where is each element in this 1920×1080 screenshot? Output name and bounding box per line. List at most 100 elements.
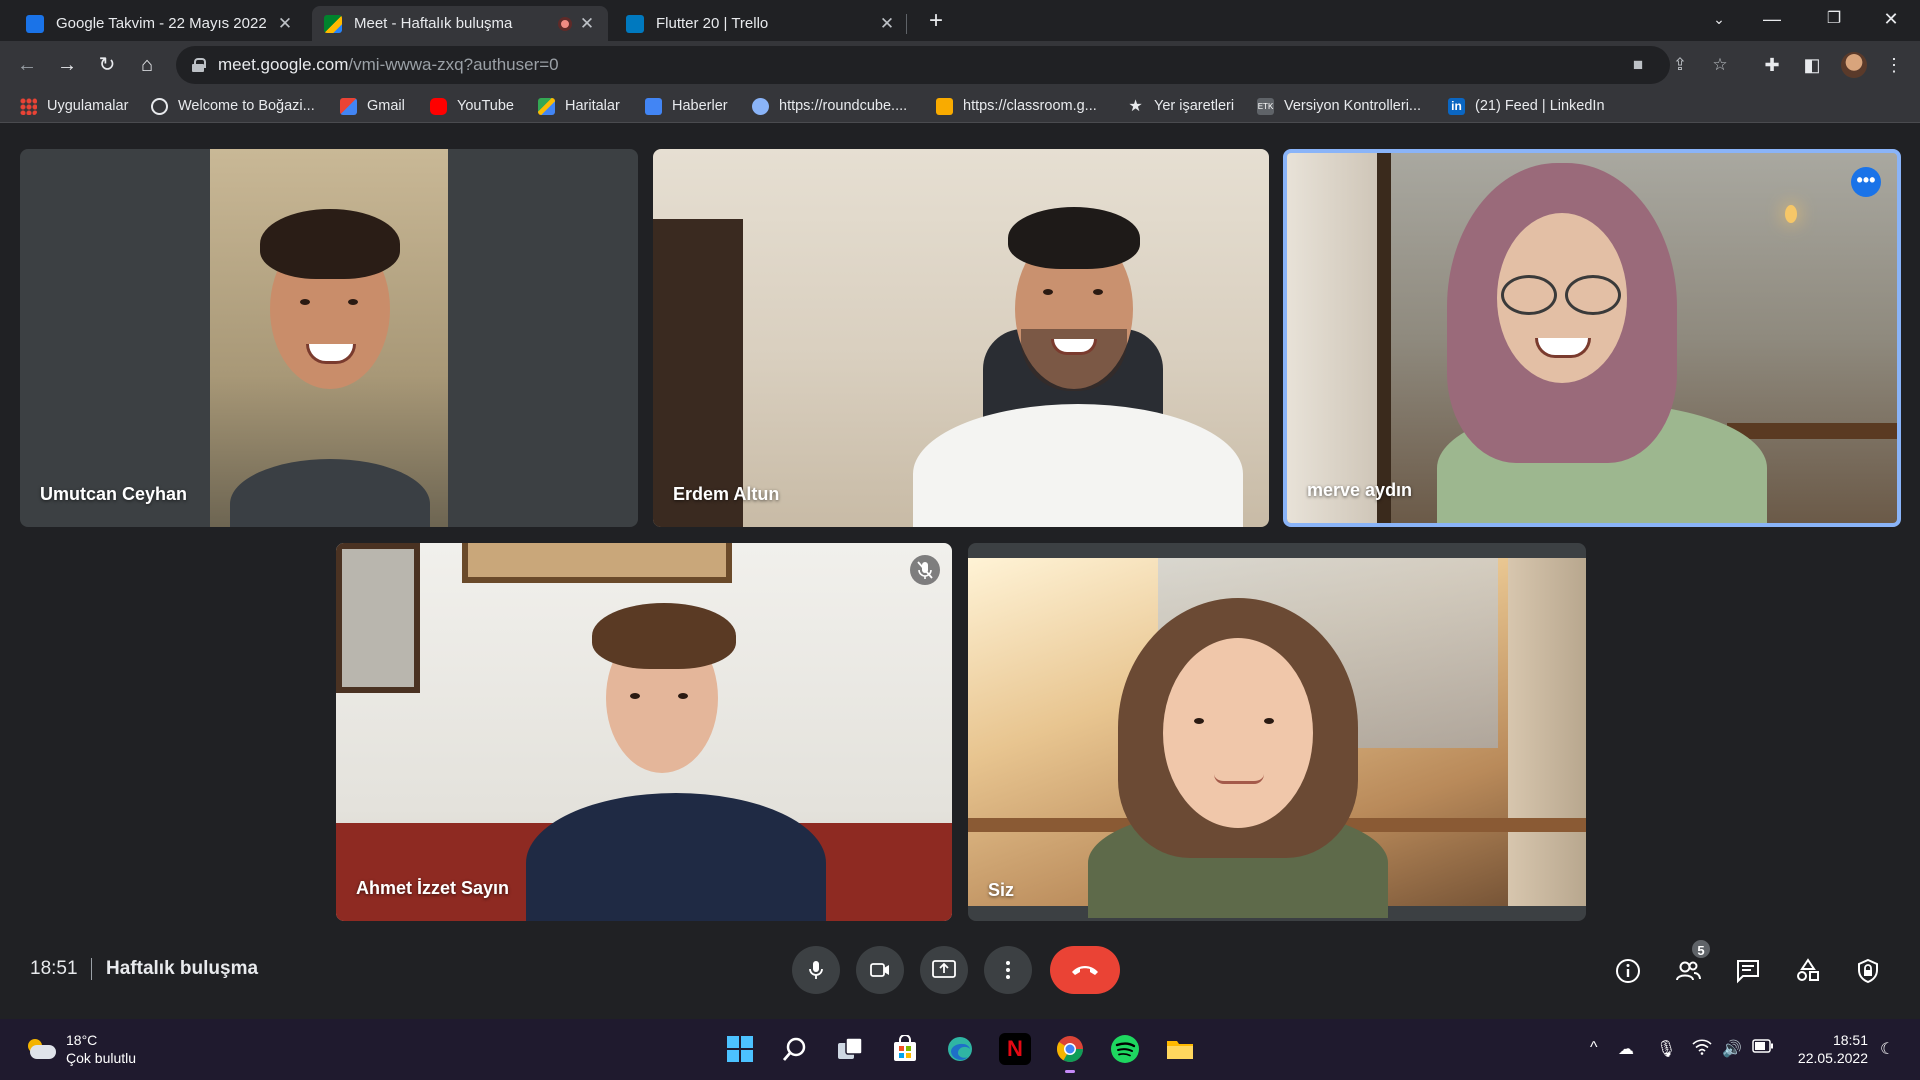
system-clock[interactable]: 18:51 22.05.2022: [1798, 1031, 1868, 1067]
volume-icon[interactable]: 🔊: [1722, 1039, 1742, 1059]
file-explorer-icon[interactable]: [1164, 1033, 1196, 1065]
bookmark-classroom[interactable]: https://classroom.g...: [936, 95, 1097, 117]
bookmark-maps[interactable]: Haritalar: [538, 95, 620, 117]
microphone-button[interactable]: [792, 946, 840, 994]
windows-taskbar: 18°C Çok bulutlu N ^ ☁ 🎙 🔊 18:51 22.05.2…: [0, 1019, 1920, 1080]
tab-title: Flutter 20 | Trello: [656, 15, 769, 32]
spotify-icon[interactable]: [1109, 1033, 1141, 1065]
minimize-button[interactable]: —: [1743, 0, 1801, 41]
microsoft-store-icon[interactable]: [889, 1033, 921, 1065]
bookmark-label: Gmail: [367, 98, 405, 114]
profile-avatar[interactable]: [1841, 52, 1867, 78]
address-bar[interactable]: meet.google.com/vmi-wwwa-zxq?authuser=0 …: [176, 46, 1728, 84]
netflix-icon[interactable]: N: [999, 1033, 1031, 1065]
hair: [1008, 207, 1140, 269]
share-icon[interactable]: ⇪: [1670, 55, 1690, 75]
participant-name: Ahmet İzzet Sayın: [356, 878, 510, 898]
onedrive-icon[interactable]: ☁: [1618, 1039, 1634, 1059]
back-button[interactable]: ←: [10, 48, 44, 82]
bookmark-youtube[interactable]: YouTube: [430, 95, 514, 117]
window-frame: [1377, 153, 1391, 523]
window-close-button[interactable]: ✕: [1862, 0, 1920, 41]
battery-icon[interactable]: [1752, 1039, 1774, 1058]
new-tab-button[interactable]: +: [922, 8, 950, 36]
bookmark-roundcube[interactable]: https://roundcube....: [752, 95, 907, 117]
tab-meet[interactable]: Meet - Haftalık buluşma ✕: [312, 6, 608, 41]
participant-tile[interactable]: Umutcan Ceyhan: [20, 149, 638, 527]
leave-call-button[interactable]: [1050, 946, 1120, 994]
meet-controls-bar: 18:51 Haftalık buluşma: [0, 919, 1920, 1019]
present-screen-button[interactable]: [920, 946, 968, 994]
eye: [300, 299, 310, 305]
close-icon[interactable]: ✕: [878, 14, 896, 34]
notifications-icon[interactable]: ☾: [1880, 1039, 1894, 1059]
bookmark-bogazici[interactable]: Welcome to Boğazi...: [151, 95, 315, 117]
weather-widget[interactable]: 18°C Çok bulutlu: [26, 1031, 136, 1067]
bookmark-news[interactable]: Haberler: [645, 95, 728, 117]
doorway: [653, 219, 743, 527]
meeting-time: 18:51: [30, 958, 78, 979]
torso: [913, 404, 1243, 527]
participant-tile[interactable]: Ahmet İzzet Sayın: [336, 543, 952, 921]
wifi-icon[interactable]: [1692, 1039, 1712, 1060]
forward-button[interactable]: →: [50, 48, 84, 82]
tab-trello[interactable]: Flutter 20 | Trello ✕: [614, 6, 908, 41]
host-controls-icon[interactable]: [1854, 957, 1882, 985]
activities-icon[interactable]: [1794, 957, 1822, 985]
participant-tile[interactable]: ••• merve aydın: [1283, 149, 1901, 527]
participant-name: Umutcan Ceyhan: [40, 484, 188, 504]
browser-menu-icon[interactable]: ⋮: [1882, 53, 1906, 77]
home-button[interactable]: ⌂: [130, 48, 164, 82]
participant-video: [336, 543, 952, 921]
lock-icon[interactable]: [192, 58, 206, 72]
bookmark-gmail[interactable]: Gmail: [340, 95, 405, 117]
bookmark-linkedin[interactable]: in (21) Feed | LinkedIn: [1448, 95, 1605, 117]
bookmark-folder-bookmarks[interactable]: ★ Yer işaretleri: [1127, 95, 1234, 117]
youtube-icon: [430, 97, 447, 115]
more-options-button[interactable]: [984, 946, 1032, 994]
star-icon: ★: [1128, 97, 1143, 115]
bookmark-label: Versiyon Kontrolleri...: [1284, 98, 1422, 114]
restore-button[interactable]: ❐: [1805, 0, 1863, 41]
edge-icon[interactable]: [944, 1033, 976, 1065]
show-hidden-icons-icon[interactable]: ^: [1590, 1039, 1598, 1057]
camera-in-use-icon[interactable]: ■: [1628, 55, 1648, 75]
meeting-details-icon[interactable]: [1614, 957, 1642, 985]
search-icon[interactable]: [779, 1033, 811, 1065]
eye: [1264, 718, 1274, 724]
bookmark-apps[interactable]: Uygulamalar: [20, 95, 128, 117]
bookmark-label: Haritalar: [565, 98, 620, 114]
participant-count-badge: 5: [1690, 938, 1712, 960]
present-screen-icon: [932, 960, 956, 978]
bookmark-version-control[interactable]: ETK Versiyon Kontrolleri...: [1257, 95, 1421, 117]
chat-icon[interactable]: [1734, 957, 1762, 985]
end-call-icon: [1072, 966, 1098, 975]
chrome-icon[interactable]: [1054, 1033, 1086, 1073]
side-panel-icon[interactable]: ◧: [1800, 53, 1824, 77]
eye: [348, 299, 358, 305]
tab-google-calendar[interactable]: Google Takvim - 22 Mayıs 2022 h ✕: [14, 6, 306, 41]
more-options-icon[interactable]: •••: [1851, 167, 1881, 197]
microphone-in-use-icon[interactable]: 🎙: [1656, 1039, 1676, 1059]
bookmark-label: https://classroom.g...: [963, 98, 1097, 114]
close-icon[interactable]: ✕: [578, 14, 596, 34]
participant-tile-self[interactable]: Siz: [968, 543, 1586, 921]
participants-icon[interactable]: [1674, 957, 1702, 985]
participant-tile[interactable]: Erdem Altun: [653, 149, 1269, 527]
windows-start-icon[interactable]: [724, 1033, 756, 1065]
participant-name: Erdem Altun: [673, 484, 780, 504]
tab-search-icon[interactable]: ⌄: [1690, 0, 1748, 41]
reload-button[interactable]: ↻: [90, 48, 124, 82]
bookmark-star-icon[interactable]: ☆: [1710, 55, 1730, 75]
bookmark-label: Yer işaretleri: [1154, 98, 1235, 114]
extensions-puzzle-icon[interactable]: ✚: [1760, 53, 1784, 77]
eye: [1043, 289, 1053, 295]
url-host: meet.google.com: [218, 55, 349, 74]
tab-strip: Google Takvim - 22 Mayıs 2022 h ✕ Meet -…: [0, 0, 1920, 41]
maps-icon: [538, 97, 555, 115]
linkedin-icon: in: [1448, 97, 1465, 115]
close-icon[interactable]: ✕: [276, 14, 294, 34]
camera-button[interactable]: [856, 946, 904, 994]
browser-toolbar: ← → ↻ ⌂ meet.google.com/vmi-wwwa-zxq?aut…: [0, 41, 1920, 89]
task-view-icon[interactable]: [834, 1033, 866, 1065]
